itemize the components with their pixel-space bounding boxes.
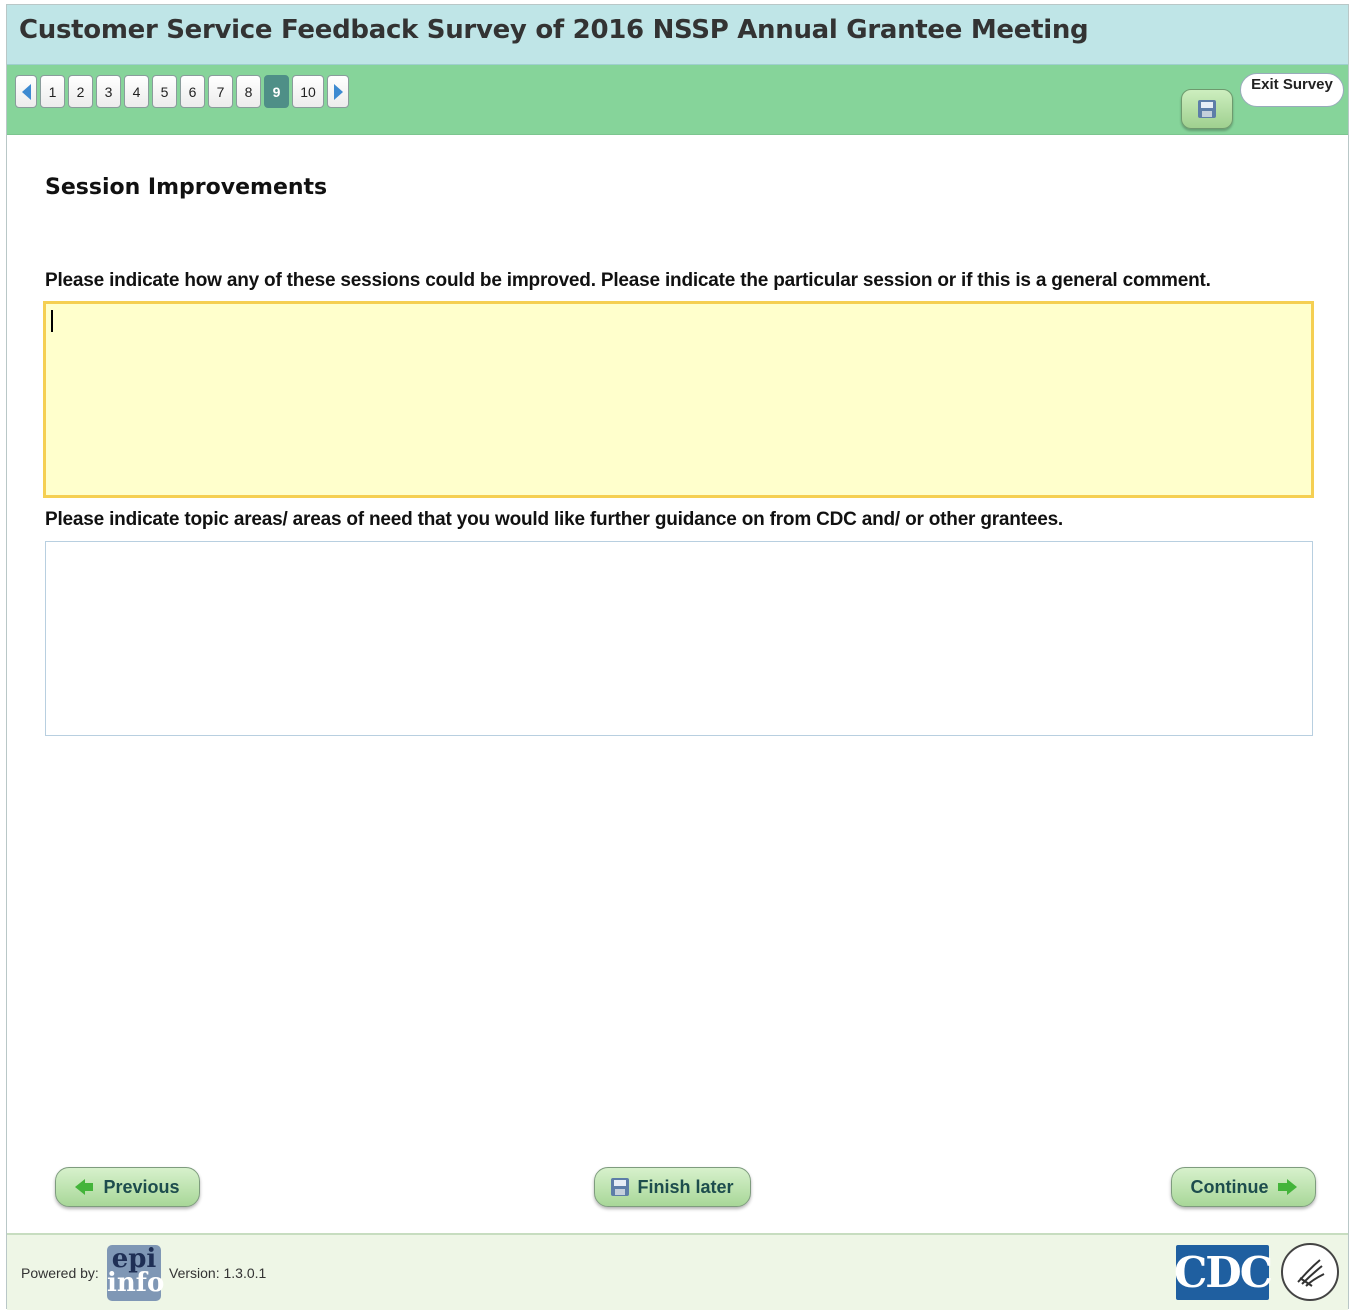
session-improvements-field[interactable] [43, 301, 1314, 498]
question-label-session-improvements: Please indicate how any of these session… [45, 270, 1211, 291]
arrow-right-icon [1277, 1179, 1297, 1195]
save-button[interactable] [1181, 89, 1233, 129]
previous-button[interactable]: Previous [55, 1167, 200, 1207]
floppy-disk-icon [1198, 100, 1216, 118]
page-button-5[interactable]: 5 [152, 75, 177, 108]
previous-page-button[interactable] [15, 75, 37, 108]
next-page-button[interactable] [327, 75, 349, 108]
continue-label: Continue [1190, 1176, 1269, 1197]
question-label-topic-areas: Please indicate topic areas/ areas of ne… [45, 509, 1064, 530]
page-button-7[interactable]: 7 [208, 75, 233, 108]
eagle-icon [1297, 1259, 1325, 1287]
page-button-1[interactable]: 1 [40, 75, 65, 108]
survey-window: Customer Service Feedback Survey of 2016… [6, 4, 1349, 1310]
topic-areas-field[interactable] [45, 541, 1313, 736]
continue-button[interactable]: Continue [1171, 1167, 1316, 1207]
hhs-eagle-logo [1281, 1243, 1339, 1301]
page-button-10[interactable]: 10 [292, 75, 324, 108]
page-button-6[interactable]: 6 [180, 75, 205, 108]
arrow-left-icon [75, 1179, 94, 1195]
page-button-2[interactable]: 2 [68, 75, 93, 108]
text-cursor [51, 310, 53, 332]
finish-later-button[interactable]: Finish later [594, 1167, 751, 1207]
section-title: Session Improvements [45, 175, 328, 200]
finish-later-label: Finish later [637, 1176, 734, 1197]
triangle-right-icon [333, 83, 343, 100]
page-button-4[interactable]: 4 [124, 75, 149, 108]
footer: Powered by: epi info Version: 1.3.0.1 CD… [7, 1233, 1348, 1310]
page-button-9-current[interactable]: 9 [264, 75, 289, 108]
title-bar: Customer Service Feedback Survey of 2016… [7, 5, 1348, 65]
survey-title: Customer Service Feedback Survey of 2016… [19, 15, 1089, 45]
version-label: Version: 1.3.0.1 [169, 1265, 267, 1281]
page-button-3[interactable]: 3 [96, 75, 121, 108]
powered-by-label: Powered by: [21, 1265, 99, 1281]
triangle-left-icon [21, 83, 31, 100]
info-logo-text: info [107, 1268, 165, 1298]
page-button-8[interactable]: 8 [236, 75, 261, 108]
previous-label: Previous [103, 1176, 180, 1197]
navigation-bar: 1 2 3 4 5 6 7 8 9 10 Exit Survey [7, 65, 1348, 135]
floppy-disk-icon [611, 1178, 630, 1196]
exit-survey-button[interactable]: Exit Survey [1240, 73, 1344, 107]
cdc-logo: CDC [1174, 1245, 1273, 1300]
epi-info-logo: epi info [107, 1245, 165, 1301]
page-navigator: 1 2 3 4 5 6 7 8 9 10 [15, 75, 349, 108]
